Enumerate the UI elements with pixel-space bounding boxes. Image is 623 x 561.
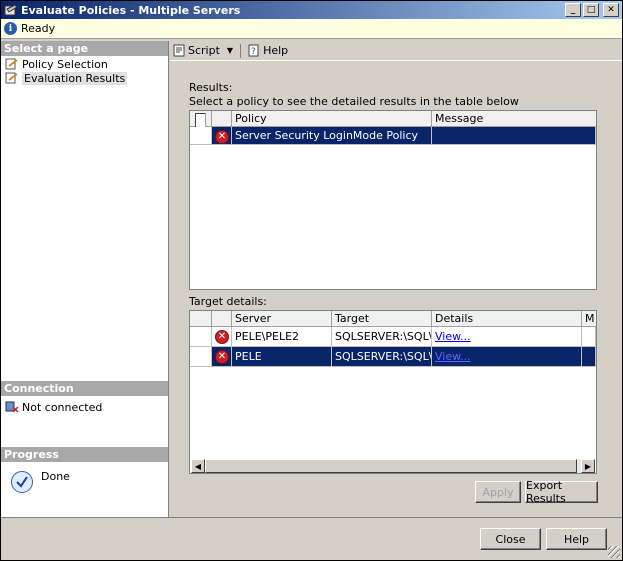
- select-all-cell[interactable]: [190, 111, 212, 129]
- minimize-button[interactable]: _: [565, 3, 581, 17]
- progress-header: Progress: [1, 447, 168, 462]
- close-window-button[interactable]: ✕: [603, 3, 619, 17]
- help-button[interactable]: ? Help: [245, 44, 291, 57]
- help-icon: ?: [248, 44, 259, 57]
- policy-evaluate-icon: [4, 4, 18, 16]
- info-icon: i: [4, 22, 17, 35]
- results-label: Results:: [189, 81, 233, 94]
- target-cell: SQLSERVER:\SQL\P...: [332, 347, 432, 367]
- status-cell: ✕: [212, 127, 232, 145]
- view-details-link[interactable]: View...: [435, 350, 471, 363]
- resize-grip-icon[interactable]: [608, 546, 620, 558]
- gutter-column-header: [190, 311, 212, 327]
- script-button[interactable]: Script ▼: [170, 44, 236, 57]
- policy-column-header[interactable]: Policy: [232, 111, 432, 127]
- toolbar-separator: [240, 43, 242, 58]
- scrollbar-thumb[interactable]: [205, 459, 577, 473]
- message-cell: [582, 347, 596, 367]
- details-column-header[interactable]: Details: [432, 311, 582, 327]
- title-bar[interactable]: Evaluate Policies - Multiple Servers _ □…: [1, 1, 622, 19]
- page-icon: [5, 58, 18, 70]
- page-item-label: Evaluation Results: [22, 71, 128, 85]
- error-icon: ✕: [215, 129, 229, 144]
- connection-status: Not connected: [5, 400, 102, 414]
- connection-status-text: Not connected: [22, 400, 103, 414]
- table-row[interactable]: ✕ PELE\PELE2 SQLSERVER:\SQL\P... View...: [190, 327, 596, 347]
- message-cell: [582, 327, 596, 347]
- apply-button[interactable]: Apply: [475, 481, 521, 503]
- help-dialog-button[interactable]: Help: [546, 528, 607, 550]
- status-column-header: [212, 311, 232, 327]
- error-icon: ✕: [215, 349, 229, 364]
- policy-cell: Server Security LoginMode Policy: [232, 127, 432, 145]
- connection-header: Connection: [1, 381, 168, 396]
- evaluate-policies-window: Evaluate Policies - Multiple Servers _ □…: [0, 0, 623, 561]
- toolbar: Script ▼ ? Help: [170, 41, 622, 61]
- server-cell: PELE\PELE2: [232, 327, 332, 347]
- scroll-left-icon[interactable]: ◀: [191, 459, 205, 473]
- maximize-icon: □: [586, 5, 596, 15]
- script-icon: [173, 44, 185, 57]
- target-grid[interactable]: Server Target Details M ✕ PELE\PELE2 SQL…: [189, 310, 597, 474]
- error-icon: ✕: [215, 329, 229, 344]
- message-column-header[interactable]: M: [582, 311, 596, 327]
- results-grid[interactable]: Policy Message ✕ Server Security LoginMo…: [189, 110, 597, 290]
- svg-text:?: ?: [251, 47, 256, 57]
- close-button[interactable]: Close: [480, 528, 541, 550]
- server-column-header[interactable]: Server: [232, 311, 332, 327]
- row-gutter: [190, 327, 212, 347]
- message-cell: [432, 127, 596, 145]
- status-cell: ✕: [212, 347, 232, 367]
- target-details-label: Target details:: [189, 295, 267, 308]
- horizontal-scrollbar[interactable]: ◀ ▶: [191, 459, 595, 473]
- right-pane: Script ▼ ? Help Results: Select a policy…: [170, 41, 622, 517]
- select-page-header: Select a page: [1, 41, 168, 56]
- results-hint: Select a policy to see the detailed resu…: [189, 95, 519, 108]
- done-check-icon: [11, 471, 33, 493]
- page-item-evaluation-results[interactable]: Evaluation Results: [5, 71, 128, 85]
- close-icon: ✕: [607, 5, 615, 15]
- server-disconnected-icon: [5, 401, 19, 413]
- target-column-header[interactable]: Target: [332, 311, 432, 327]
- scroll-right-icon[interactable]: ▶: [581, 459, 595, 473]
- details-cell: View...: [432, 327, 582, 347]
- row-checkbox-cell[interactable]: [190, 127, 212, 145]
- progress-status-text: Done: [41, 470, 70, 483]
- target-grid-header: Server Target Details M: [190, 311, 596, 327]
- target-cell: SQLSERVER:\SQL\P...: [332, 327, 432, 347]
- view-details-link[interactable]: View...: [435, 330, 471, 343]
- message-column-header[interactable]: Message: [432, 111, 596, 127]
- server-cell: PELE: [232, 347, 332, 367]
- table-row[interactable]: ✕ Server Security LoginMode Policy: [190, 127, 596, 145]
- details-cell: View...: [432, 347, 582, 367]
- left-pane: Select a page Policy Selection Evaluatio…: [1, 41, 169, 517]
- dialog-footer: Close Help: [1, 517, 622, 560]
- script-label: Script: [188, 44, 220, 57]
- table-row[interactable]: ✕ PELE SQLSERVER:\SQL\P... View...: [190, 347, 596, 367]
- help-label: Help: [263, 44, 289, 57]
- page-item-policy-selection[interactable]: Policy Selection: [5, 57, 108, 71]
- status-bar: i Ready: [1, 19, 622, 39]
- row-gutter: [190, 347, 212, 367]
- status-column-header: [212, 111, 232, 127]
- export-results-button[interactable]: Export Results: [525, 479, 598, 505]
- maximize-button[interactable]: □: [583, 3, 599, 17]
- page-item-label: Policy Selection: [22, 57, 108, 71]
- chevron-down-icon[interactable]: ▼: [227, 46, 233, 55]
- page-icon: [5, 72, 18, 84]
- status-text: Ready: [21, 22, 56, 35]
- results-grid-header: Policy Message: [190, 111, 596, 129]
- status-cell: ✕: [212, 327, 232, 347]
- window-title: Evaluate Policies - Multiple Servers: [21, 3, 241, 17]
- minimize-icon: _: [570, 5, 576, 15]
